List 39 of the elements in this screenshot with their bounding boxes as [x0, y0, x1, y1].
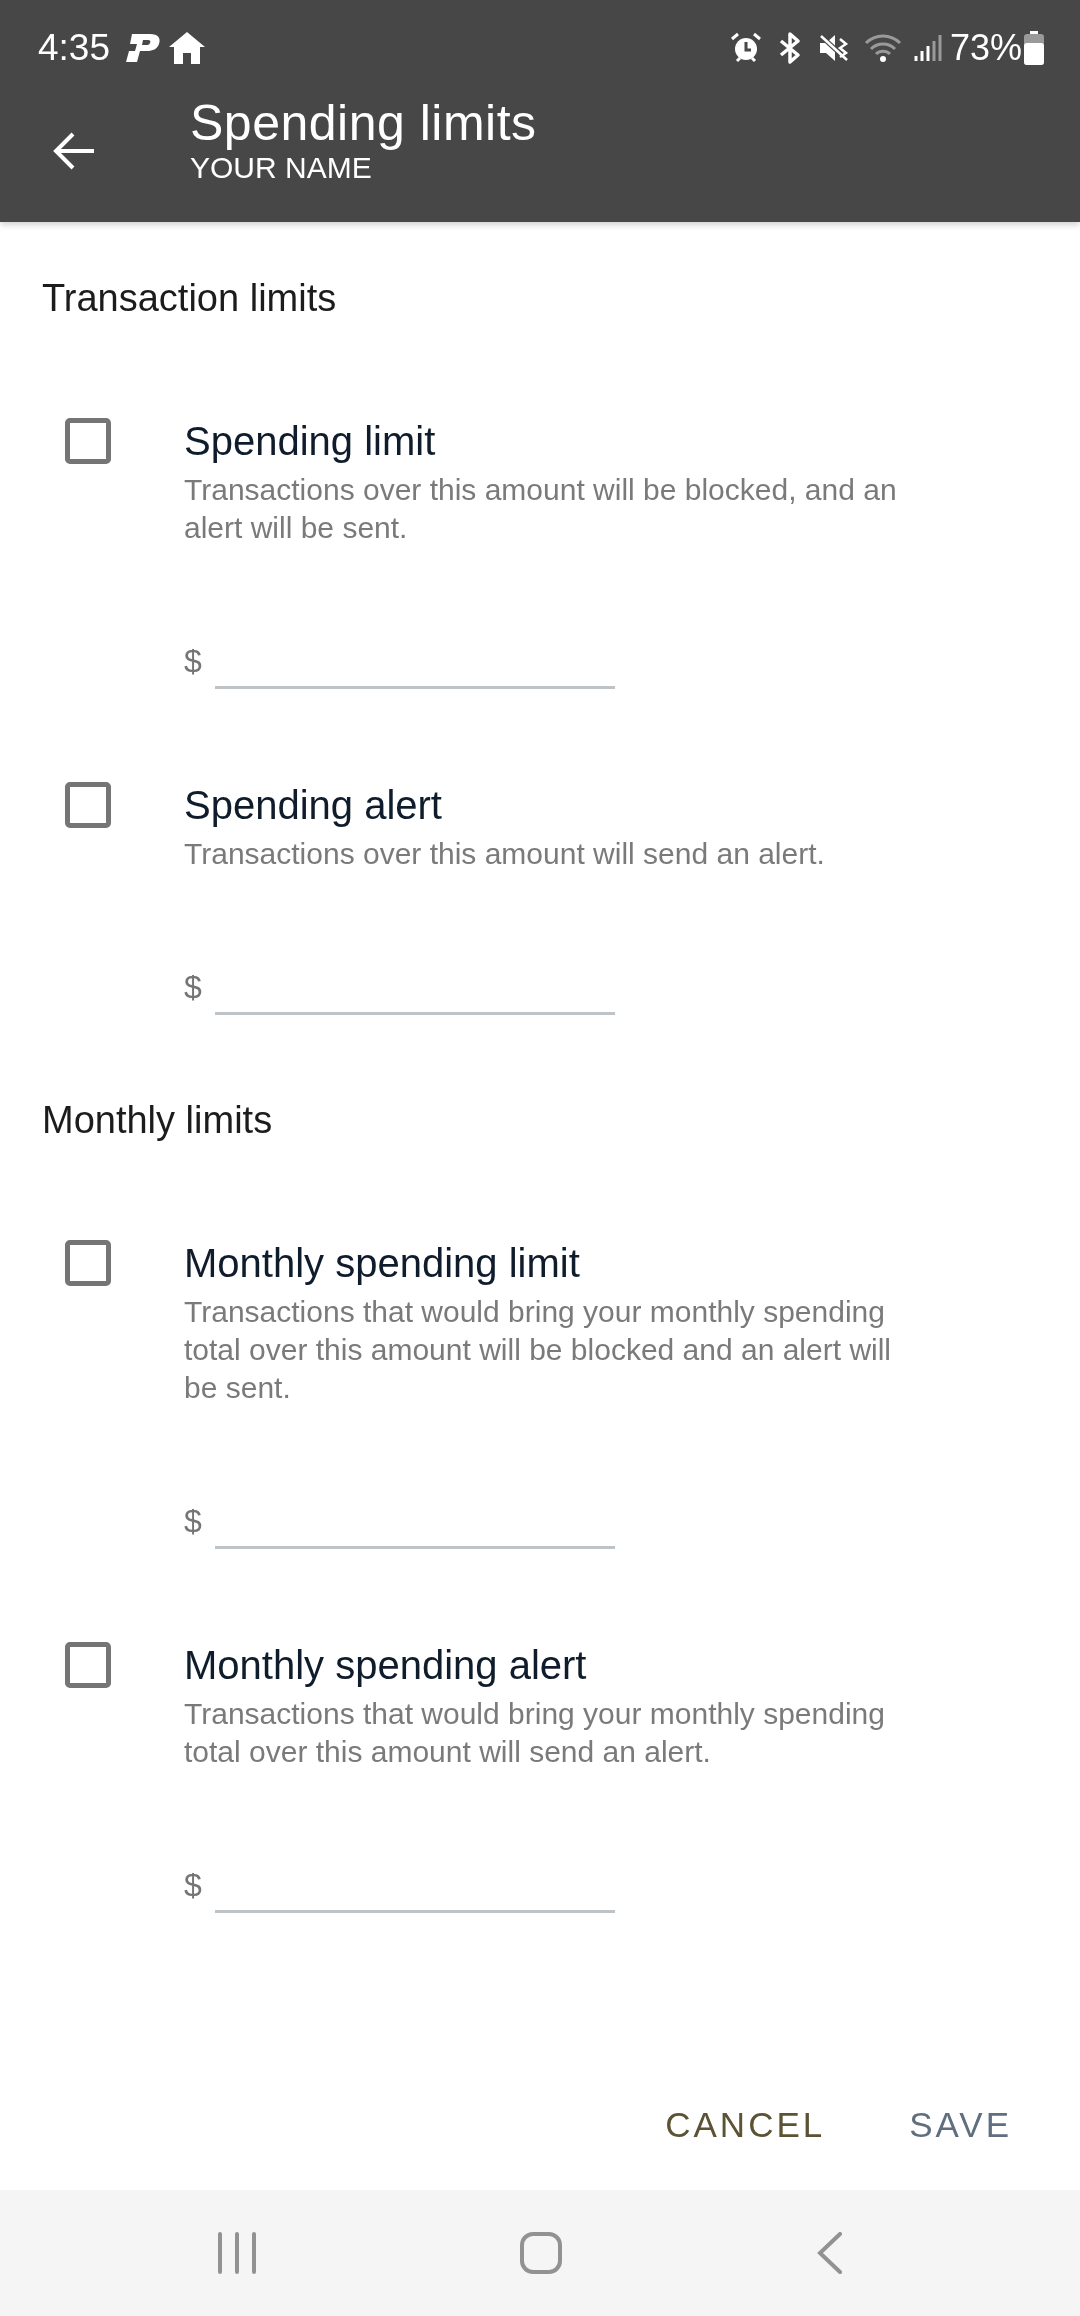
bluetooth-icon — [777, 31, 802, 64]
limit-title: Monthly spending alert — [184, 1642, 588, 1689]
recent-apps-icon — [217, 2232, 257, 2274]
home-icon — [520, 2232, 562, 2274]
checkbox[interactable] — [65, 782, 111, 828]
currency-symbol: $ — [184, 642, 203, 681]
section-heading: Monthly limits — [42, 1098, 273, 1143]
checkbox[interactable] — [65, 1240, 111, 1286]
battery-icon — [1024, 30, 1044, 65]
checkbox[interactable] — [65, 1642, 111, 1688]
back-chevron-icon — [817, 2232, 843, 2274]
limit-description: Transactions over this amount will send an alert. — [184, 836, 826, 872]
section-heading: Transaction limits — [42, 276, 337, 321]
wifi-icon — [863, 33, 902, 62]
back-button[interactable] — [52, 131, 96, 171]
screen-subtitle: YOUR NAME — [190, 151, 373, 185]
limit-description: Transactions over this amount will be blocked, and an alert will be sent. — [184, 472, 898, 546]
battery-percentage: 73% — [949, 29, 1022, 66]
back-nav-button[interactable] — [817, 2232, 843, 2274]
currency-symbol: $ — [184, 1866, 203, 1905]
mute-icon — [817, 32, 850, 63]
limit-title: Spending limit — [184, 418, 437, 465]
back-arrow-icon — [52, 131, 96, 171]
alarm-clock-icon — [729, 31, 762, 64]
checkbox[interactable] — [65, 418, 111, 464]
status-time: 4:35 — [38, 29, 110, 66]
house-icon — [168, 30, 206, 65]
cancel-button[interactable]: CANCEL — [647, 2095, 844, 2155]
home-button[interactable] — [520, 2232, 562, 2274]
limit-description: Transactions that would bring your monthly spending total over this amount will send an alert. — [184, 1696, 886, 1770]
screen-title: Spending limits — [190, 95, 537, 151]
signal-icon — [913, 33, 942, 62]
recent-apps-button[interactable] — [217, 2232, 257, 2274]
limit-title: Spending alert — [184, 782, 443, 829]
app-logo-icon — [124, 31, 162, 64]
currency-symbol: $ — [184, 968, 203, 1007]
currency-symbol: $ — [184, 1502, 203, 1541]
limit-description: Transactions that would bring your monthly spending total over this amount will be blocked and an alert will be sent. — [184, 1294, 893, 1406]
limit-title: Monthly spending limit — [184, 1240, 581, 1287]
